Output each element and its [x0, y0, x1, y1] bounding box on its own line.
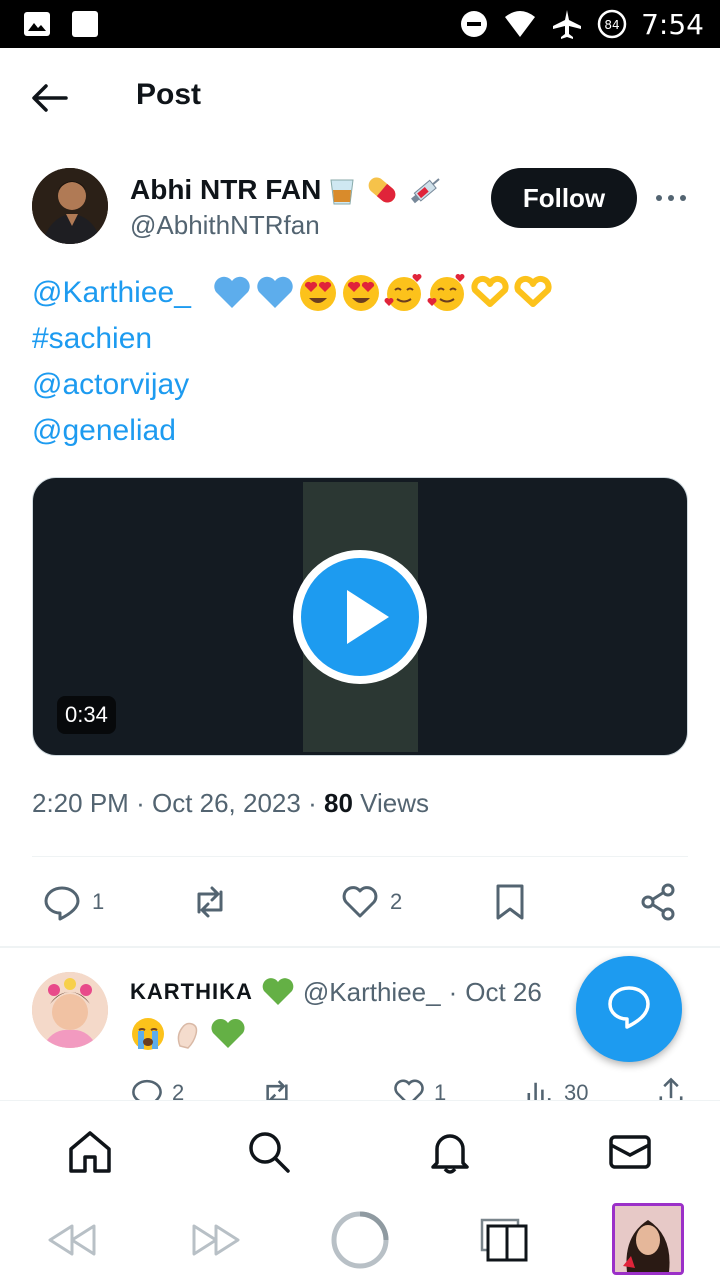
tweet-meta: 2:20 PM · Oct 26, 2023 · 80 Views: [32, 788, 429, 819]
tabs-icon[interactable]: [476, 1210, 536, 1270]
like-button[interactable]: 2: [340, 882, 402, 922]
app-header: Post: [0, 48, 720, 148]
follow-button[interactable]: Follow: [491, 168, 637, 228]
reply-share-button[interactable]: [654, 1076, 688, 1100]
divider: [0, 946, 720, 948]
tweet-time: 2:20 PM: [32, 788, 129, 818]
reply-actions: 2 1 30: [0, 1076, 720, 1100]
loudly-crying-emoji: [132, 1018, 164, 1050]
blue-heart-emoji: [214, 276, 250, 308]
reply-author-handle[interactable]: @Karthiee_: [303, 977, 441, 1008]
heart-eyes-emoji: [299, 275, 336, 311]
tumbler-glass-emoji: [330, 179, 354, 205]
heart-hands-emoji: [471, 275, 509, 307]
back-arrow-icon[interactable]: [30, 80, 70, 116]
messages-icon[interactable]: [607, 1129, 653, 1175]
wifi-icon: [505, 11, 536, 37]
pinching-hand-emoji: [177, 1022, 198, 1049]
retweet-icon: [266, 1080, 288, 1100]
reply-icon: [44, 886, 80, 921]
reply-reply-count: 2: [172, 1080, 185, 1100]
bottom-nav: [0, 1100, 720, 1200]
heart-eyes-emoji: [342, 275, 379, 311]
bookmark-button[interactable]: [490, 882, 530, 922]
views-count: 80: [324, 788, 353, 818]
syringe-emoji: [411, 178, 440, 204]
avatar[interactable]: [32, 168, 108, 244]
rewind-icon[interactable]: [42, 1210, 102, 1270]
views-label: Views: [360, 788, 430, 818]
smiling-face-hearts-emoji: [384, 274, 422, 311]
video-player[interactable]: 0:34: [32, 477, 688, 756]
battery-icon: 84: [597, 9, 627, 39]
heart-icon: [394, 1079, 424, 1100]
pill-emoji: [368, 177, 396, 203]
green-heart-emoji: [211, 1018, 245, 1048]
airplane-icon: [553, 10, 582, 39]
meta-separator: ·: [136, 788, 145, 818]
retweet-button[interactable]: [190, 882, 240, 922]
reply-like-count: 1: [434, 1080, 447, 1100]
image-icon: [24, 12, 50, 36]
tweet-date: Oct 26, 2023: [151, 788, 301, 818]
reply-author-name[interactable]: KARTHIKA: [130, 979, 253, 1005]
green-heart-emoji: [262, 978, 294, 1005]
browser-toolbar: [0, 1200, 720, 1280]
tweet-text: @Karthiee_ #sachien @actorvijay @genelia…: [32, 270, 692, 454]
share-button[interactable]: [638, 882, 678, 922]
video-duration: 0:34: [57, 696, 116, 734]
divider: [32, 856, 688, 857]
reply-reply-button[interactable]: 2: [130, 1076, 184, 1100]
reply-button[interactable]: 1: [42, 882, 104, 922]
reply-like-button[interactable]: 1: [392, 1076, 446, 1100]
mention-link[interactable]: @geneliad: [32, 408, 176, 454]
tweet-author: Abhi NTR FAN @AbhithNTRfan Follow: [0, 160, 720, 250]
reply-icon: [132, 1079, 162, 1100]
play-button[interactable]: [293, 550, 427, 684]
loading-spinner-icon: [331, 1211, 389, 1269]
emoji-group: [211, 272, 554, 314]
hashtag-link[interactable]: #sachien: [32, 316, 152, 362]
notifications-bell-icon[interactable]: [427, 1129, 473, 1175]
status-time: 7:54: [641, 7, 704, 41]
search-icon[interactable]: [246, 1129, 292, 1175]
status-bar: 84 7:54: [0, 0, 720, 48]
profile-thumbnail[interactable]: [612, 1203, 684, 1275]
avatar[interactable]: [32, 972, 108, 1048]
play-icon: [347, 590, 389, 644]
svg-text:84: 84: [604, 18, 619, 32]
reply-count: 1: [92, 889, 105, 914]
page-title: Post: [136, 78, 202, 111]
square-icon: [72, 11, 98, 37]
author-name[interactable]: Abhi NTR FAN: [130, 172, 445, 208]
reply-date: Oct 26: [465, 976, 542, 1007]
reply-retweet-button[interactable]: [260, 1076, 294, 1100]
tweet-actions: 1 2: [0, 870, 720, 936]
smiling-face-hearts-emoji: [427, 274, 465, 311]
reply-text: [130, 1016, 246, 1052]
blue-heart-emoji: [257, 276, 293, 308]
mention-link[interactable]: @actorvijay: [32, 362, 189, 408]
author-handle[interactable]: @AbhithNTRfan: [130, 210, 320, 241]
fast-forward-icon[interactable]: [186, 1210, 246, 1270]
meta-separator: ·: [308, 788, 317, 818]
mention-link[interactable]: @Karthiee_: [32, 270, 191, 316]
share-icon: [641, 883, 675, 921]
analytics-icon: [527, 1082, 551, 1100]
reply-views-count: 30: [564, 1080, 589, 1100]
more-options-icon[interactable]: [654, 186, 688, 210]
bookmark-icon: [496, 884, 524, 920]
share-icon: [659, 1077, 683, 1100]
compose-reply-button[interactable]: [576, 956, 682, 1062]
heart-hands-emoji: [514, 275, 552, 307]
reply-compose-icon: [608, 986, 650, 1029]
retweet-icon: [197, 886, 223, 918]
dnd-icon: [461, 11, 488, 37]
reply-views-button[interactable]: 30: [522, 1076, 588, 1100]
heart-icon: [342, 886, 378, 918]
like-count: 2: [390, 889, 403, 914]
meta-separator: ·: [448, 976, 458, 1007]
home-icon[interactable]: [67, 1129, 113, 1175]
